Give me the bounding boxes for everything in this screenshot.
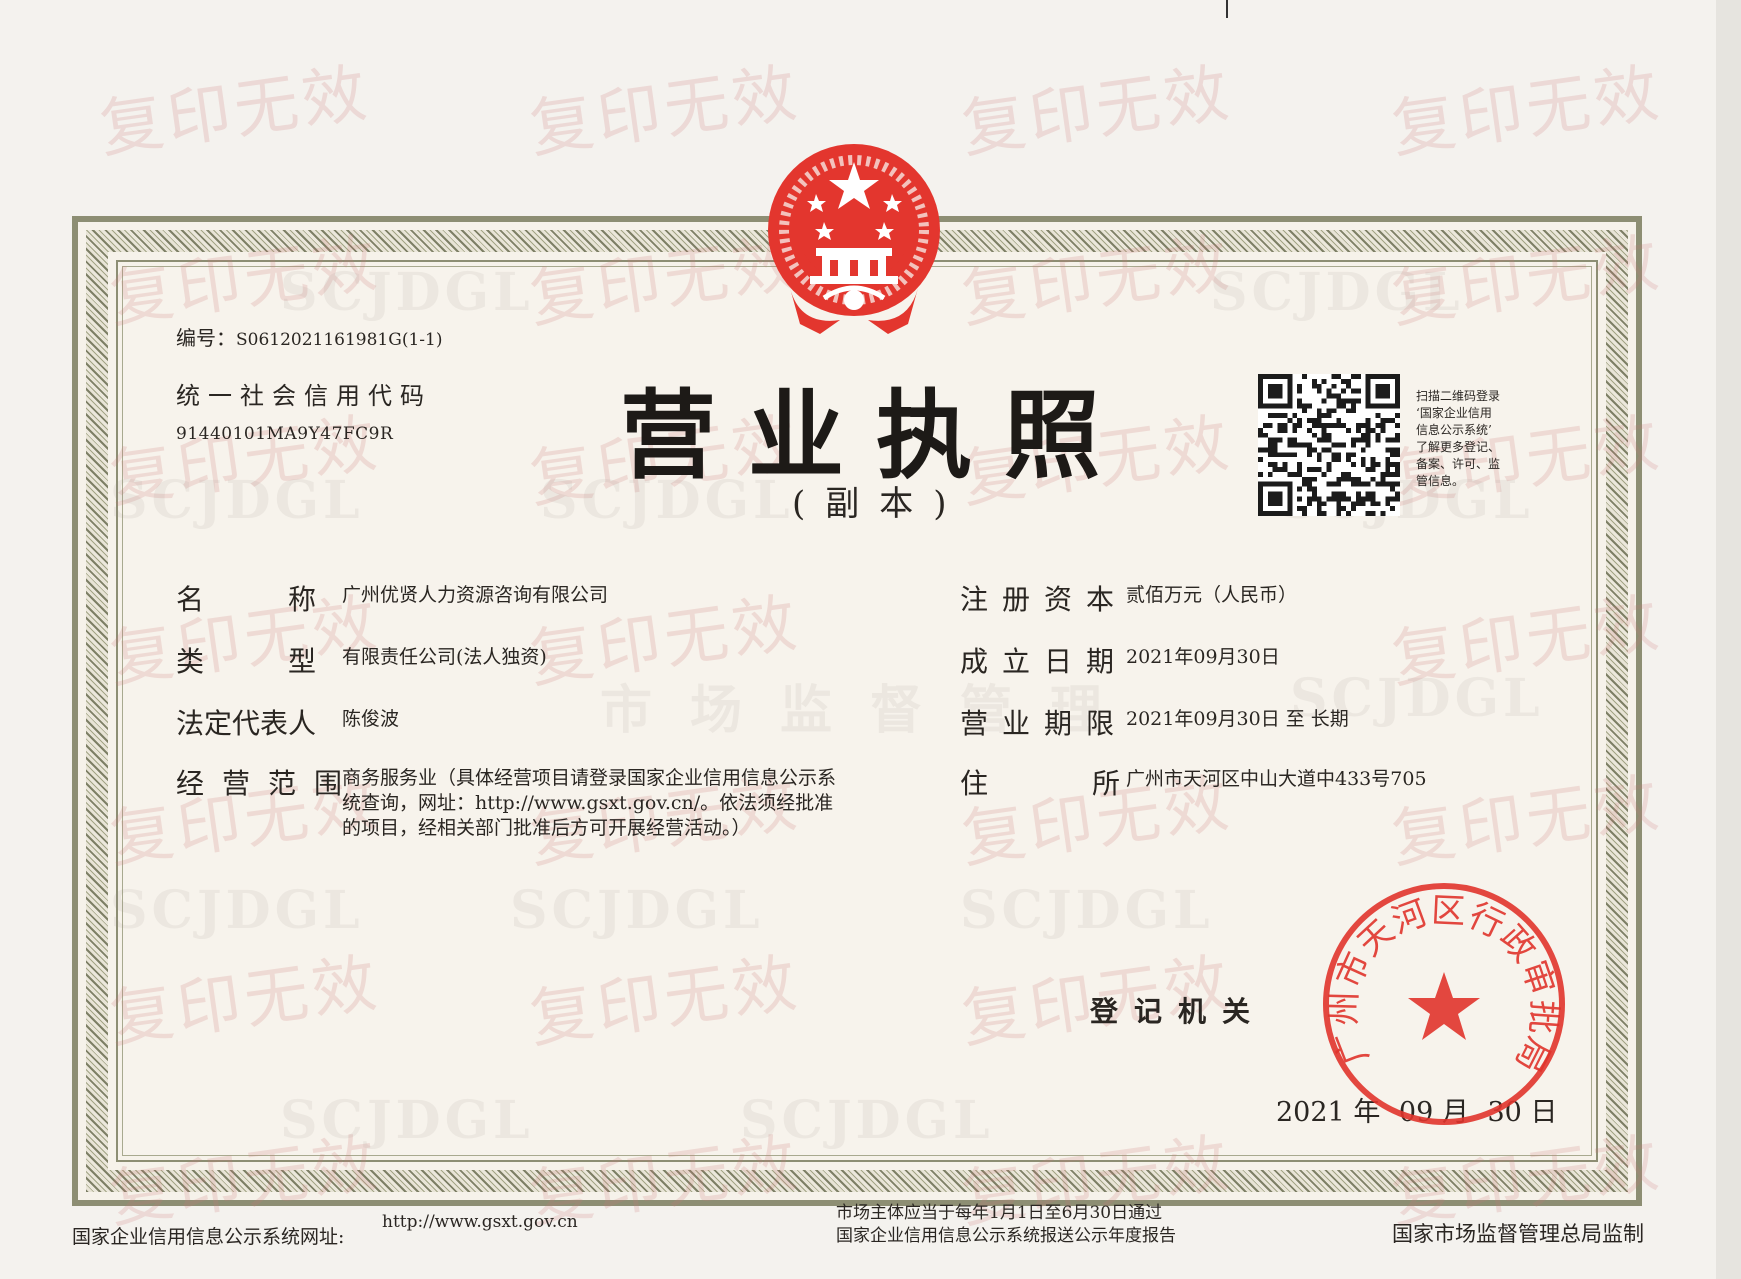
qr-note-line: 信息公示系统’ (1416, 423, 1492, 437)
type-value: 有限责任公司(法人独资) (342, 646, 547, 668)
footer-annual-report-note: 市场主体应当于每年1月1日至6月30日通过 国家企业信用信息公示系统报送公示年度… (836, 1202, 1176, 1248)
scan-edge-strip (1716, 0, 1741, 1279)
qr-note-line: 扫描二维码登录 (1416, 389, 1501, 403)
uscc-label: 统一社会信用代码 (176, 382, 432, 410)
legal-rep-label: 法定代表人 (176, 707, 317, 740)
scope-label: 经营范围 (176, 767, 361, 800)
qr-note-line: ‘国家企业信用 (1416, 406, 1492, 420)
scope-value: 商务服务业（具体经营项目请登录国家企业信用信息公示系 统查询，网址：http:/… (342, 766, 882, 841)
founded-value: 2021年09月30日 (1126, 646, 1280, 668)
capital-value: 贰佰万元（人民币） (1126, 584, 1298, 606)
capital-label: 注册资本 (960, 583, 1129, 616)
qr-note-line: 管信息。 (1416, 474, 1465, 488)
scope-line: 的项目，经相关部门批准后方可开展经营活动。） (342, 817, 751, 839)
name-value: 广州优贤人力资源咨询有限公司 (342, 584, 609, 606)
term-value: 2021年09月30日 至 长期 (1126, 708, 1349, 730)
founded-label: 成立日期 (960, 645, 1129, 678)
uscc-value: 91440101MA9Y47FC9R (176, 424, 394, 444)
qr-instruction: 扫描二维码登录 ‘国家企业信用 信息公示系统’ 了解更多登记、 备案、许可、监 … (1416, 388, 1526, 490)
address-label: 住 所 (960, 767, 1137, 800)
term-label: 营业期限 (960, 707, 1129, 740)
scope-line: 统查询，网址：http://www.gsxt.gov.cn/。依法须经批准 (342, 792, 834, 814)
document-subtitle: (副本) (792, 484, 967, 524)
serial-value: S0612021161981G(1-1) (236, 330, 443, 350)
serial-label: 编号： (176, 326, 236, 350)
registration-authority-label: 登记机关 (1090, 995, 1267, 1028)
footer-note-line: 国家企业信用信息公示系统报送公示年度报告 (836, 1226, 1176, 1246)
footer-note-line: 市场主体应当于每年1月1日至6月30日通过 (836, 1203, 1163, 1223)
qr-code-icon[interactable] (1258, 374, 1400, 516)
qr-note-line: 备案、许可、监 (1416, 457, 1501, 471)
official-seal-icon: 广州市天河区行政审批局 (1323, 883, 1565, 1125)
scope-line: 商务服务业（具体经营项目请登录国家企业信用信息公示系 (342, 767, 837, 789)
footer-url[interactable]: http://www.gsxt.gov.cn (382, 1212, 578, 1232)
scan-edge-mark (1226, 0, 1228, 18)
qr-note-line: 了解更多登记、 (1416, 440, 1501, 454)
footer-issuer: 国家市场监督管理总局监制 (1392, 1222, 1644, 1246)
legal-rep-value: 陈俊波 (342, 708, 400, 730)
type-label: 类 型 (176, 645, 317, 678)
name-label: 名 称 (176, 583, 317, 616)
footer-system-label: 国家企业信用信息公示系统网址: (72, 1226, 345, 1248)
serial-number: 编号：S0612021161981G(1-1) (176, 322, 442, 351)
national-emblem-icon (768, 144, 940, 334)
address-value: 广州市天河区中山大道中433号705 (1126, 768, 1427, 790)
